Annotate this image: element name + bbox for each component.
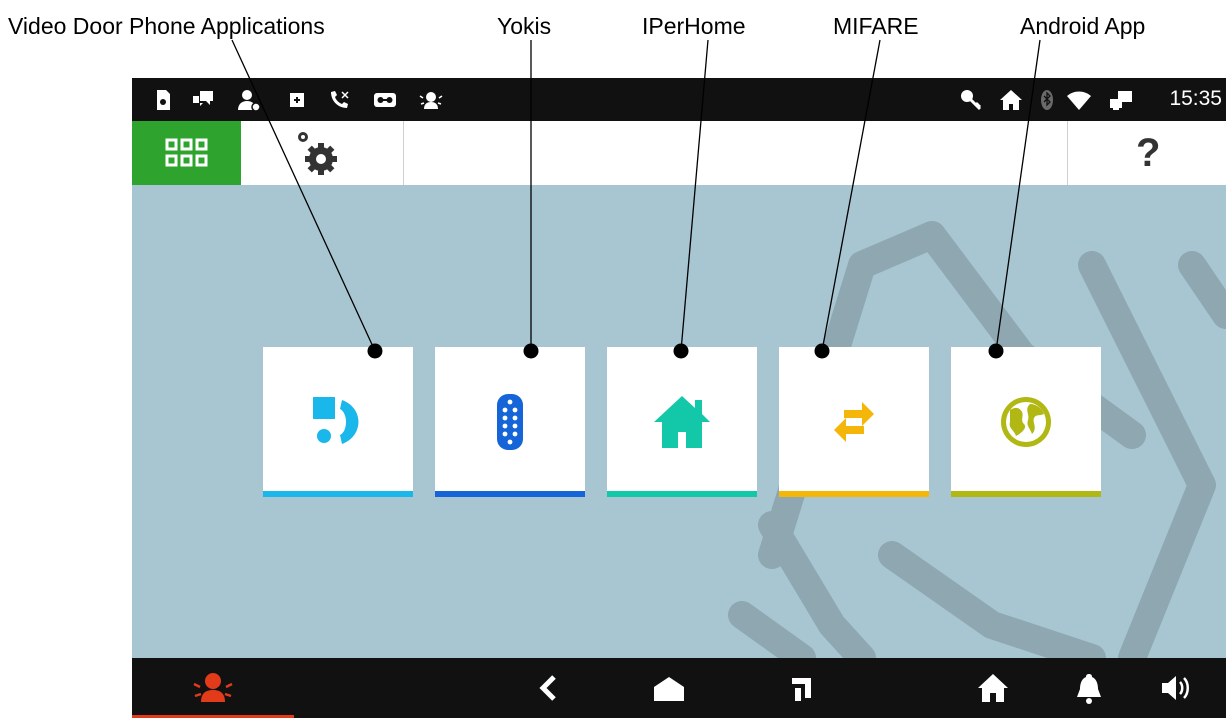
callout-line-android-app: [995, 39, 1041, 352]
callout-line-mifare: [821, 39, 881, 352]
callout-lines: [231, 39, 1041, 359]
callout-dot: [523, 343, 539, 359]
callout-dot: [673, 343, 689, 359]
callout-line-video-door-phone: [231, 39, 376, 352]
callout-line-iperhome: [680, 39, 709, 352]
callout-dot: [367, 343, 383, 359]
callout-dot: [814, 343, 830, 359]
callout-dot: [988, 343, 1004, 359]
